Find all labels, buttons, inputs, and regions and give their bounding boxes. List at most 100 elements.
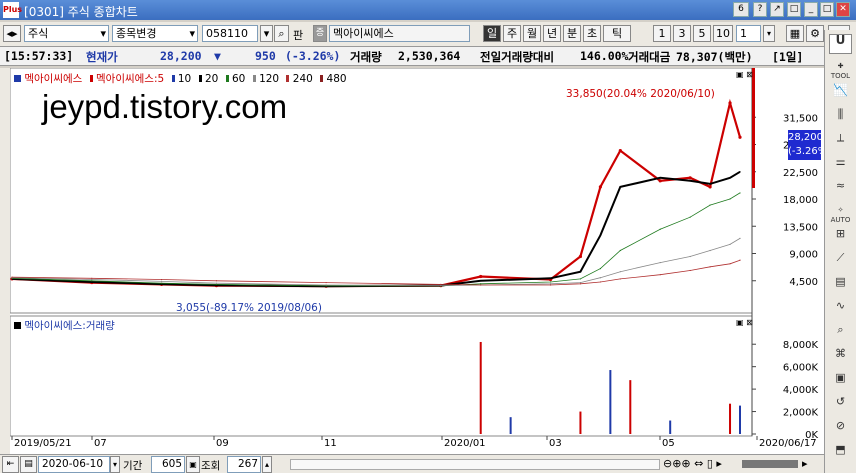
period-label: 기간 [123,460,143,472]
tab-period-6[interactable]: 틱 [603,25,631,42]
page-num-button[interactable]: 6 [733,2,749,17]
vol-pane-controls-icon[interactable]: ▣ ⊠ [736,318,753,327]
legend-item-ma240: 240 [292,73,313,85]
date-input[interactable]: 2020-06-10 [38,456,110,473]
stop-icon[interactable]: ⊘ [829,420,852,440]
series-point-0-10 [618,148,622,153]
mode-select[interactable]: 종목변경 ▾ [112,25,198,42]
tab-period-2[interactable]: 월 [523,25,541,42]
grid-icon[interactable]: ▦ [786,25,804,42]
price-legend: 멕아이씨에스 멕아이씨에스:5 10 20 60 120 240 480 [14,71,347,86]
auto-icon[interactable]: ✧ AUTO [829,204,852,224]
series-point-1-11 [659,177,661,179]
calendar-icon[interactable]: ▤ [20,456,37,473]
quote-time: [15:57:33] [4,49,74,63]
price-tick-label-4: 22,500 [783,168,818,179]
volume-bar-7 [739,405,741,434]
arrow-icon[interactable]: ↗ [770,2,784,17]
count-stepper-icon[interactable]: ▴ [262,456,272,473]
zoom-controls-icon[interactable]: ⊖⊕⊕ ⇔ ▯ ▸ [663,457,722,470]
bars-icon[interactable]: ▤ [829,276,852,296]
market-select[interactable]: 주식 ▾ [24,25,109,42]
date-label-0: 2019/05/21 [14,438,72,449]
stock-code-input[interactable]: 058110 [202,25,258,42]
tab-period-3[interactable]: 년 [543,25,561,42]
wave-icon[interactable]: ∿ [829,300,852,320]
price-tick-label-1: 9,000 [789,250,818,261]
series-point-4-4 [325,281,327,284]
date-dropdown-icon[interactable]: ▾ [110,456,120,473]
tool-icon[interactable]: ✚ TOOL [829,60,852,80]
zoom-icon[interactable]: ⌕ [829,324,852,344]
panel-icon[interactable]: ▣ [829,372,852,392]
trade-amount: 78,307(백만) [676,50,753,64]
pattern-icon[interactable]: ⌘ [829,348,852,368]
zoom-slider[interactable] [742,460,798,468]
nav-arrows-icon[interactable]: ◂▸ [3,25,21,42]
scroll-right-icon[interactable]: ▸ [802,457,808,470]
price-tick-label-6: 31,500 [783,113,818,124]
fib-icon[interactable]: ⊞ [829,228,852,248]
chart-area[interactable]: 4,5009,00013,50018,00022,50027,00031,500… [10,68,831,456]
legend-item-ma120: 120 [259,73,280,85]
date-label-7: 2020/06/17 [759,438,817,449]
price-icon[interactable]: ⟂ [829,132,852,152]
series-point-1-9 [599,234,601,236]
undo-icon[interactable]: ↺ [829,396,852,416]
num-3-button[interactable]: 3 [673,25,691,42]
legend-item-ma10: 10 [177,73,192,85]
tab-period-4[interactable]: 분 [563,25,581,42]
scroll-down-icon[interactable]: ⬒ [829,444,852,464]
horizontal-scrollbar[interactable] [290,459,660,470]
badge: 증 [313,25,327,42]
down-arrow-icon: ▼ [214,49,221,63]
price-tick-label-2: 13,500 [783,222,818,233]
slope-icon[interactable]: ⟋ [829,252,852,272]
prev-volume-ratio: 146.00% [580,49,629,63]
max-price-note: 33,850(20.04% 2020/06/10) [566,88,715,100]
minimize-button[interactable]: _ [804,2,818,17]
series-point-4-8 [579,283,582,285]
pane-controls-icon[interactable]: ▣ ⊠ [736,70,753,79]
series-point-4-11 [659,274,661,276]
series-point-4-5 [440,283,442,285]
tab-period-0[interactable]: 일 [483,25,501,42]
num-10-button[interactable]: 10 [713,25,733,42]
settings-icon[interactable]: ⚙ [806,25,824,42]
tab-period-1[interactable]: 주 [503,25,521,42]
help-button[interactable]: ? [753,2,767,17]
series-point-0-6 [479,274,483,279]
date-label-2: 09 [216,438,229,449]
bar-icon[interactable]: ⫼ [829,108,852,128]
code-dropdown-icon[interactable]: ▾ [260,25,273,42]
left-strip [0,68,10,456]
series-point-2-14 [729,198,731,200]
num-5-button[interactable]: 5 [693,25,711,42]
count-dropdown-icon[interactable]: ▾ [763,25,775,42]
trend-icon[interactable]: ⚌ [829,156,852,176]
tab-period-5[interactable]: 초 [583,25,601,42]
volume-bar-1 [509,417,512,434]
begin-icon[interactable]: ⇤ [2,456,19,473]
count-input[interactable]: 1 [736,25,761,42]
volume-value: 2,530,364 [398,49,461,63]
period-input[interactable]: 605 [151,456,185,473]
volume-label: 거래량 [350,50,382,64]
close-button[interactable]: ✕ [836,2,850,17]
volume-bar-5 [669,420,672,434]
series-point-2-7 [549,281,552,283]
query-button[interactable]: 조회 [201,458,220,473]
legend-item-price: 멕아이씨에스 [24,73,83,85]
pin-icon[interactable]: □ [787,2,801,17]
query-icon[interactable]: ▣ [186,456,200,473]
scroll-up-icon[interactable]: U [829,34,852,54]
num-1-button[interactable]: 1 [653,25,671,42]
chart-icon[interactable]: 📉 [829,84,852,104]
line-icon[interactable]: ≈ [829,180,852,200]
search-icon[interactable]: ⌕ [274,25,289,42]
series-point-1-13 [709,183,711,185]
pan-label: 판 [293,29,304,42]
count-field[interactable]: 267 [227,456,261,473]
volume-bar-0 [479,341,482,434]
maximize-button[interactable]: □ [820,2,834,17]
